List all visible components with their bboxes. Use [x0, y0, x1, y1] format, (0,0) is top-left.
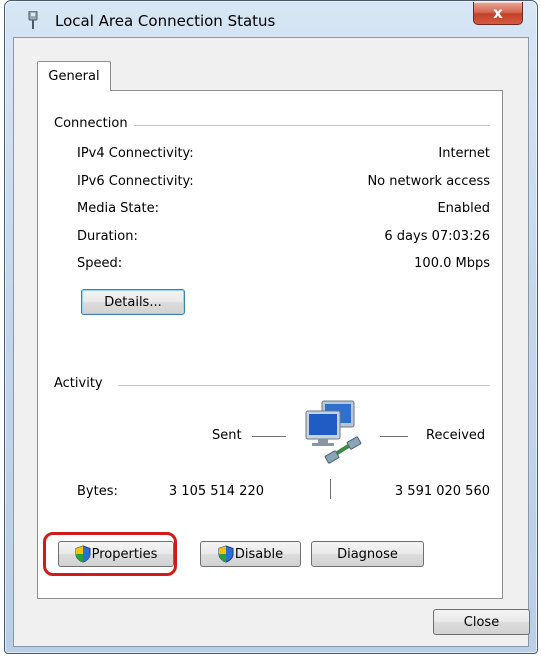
network-adapter-icon — [28, 11, 38, 29]
uac-shield-icon — [218, 545, 234, 563]
bytes-separator — [330, 479, 331, 499]
title-bar[interactable]: Local Area Connection Status x — [5, 1, 537, 37]
received-label: Received — [426, 428, 486, 443]
ipv6-value: No network access — [367, 174, 490, 189]
duration-label: Duration: — [77, 229, 138, 244]
received-line — [380, 436, 408, 437]
bytes-label: Bytes: — [77, 484, 118, 499]
sent-line — [252, 436, 286, 437]
ipv6-label: IPv6 Connectivity: — [77, 174, 194, 189]
bytes-received-value: 3 591 020 560 — [394, 484, 490, 499]
speed-label: Speed: — [77, 256, 123, 271]
close-icon: x — [493, 4, 503, 22]
tab-general[interactable]: General — [37, 61, 111, 91]
connection-heading: Connection — [54, 116, 134, 131]
bytes-sent-value: 3 105 514 220 — [168, 484, 264, 499]
close-window-button[interactable]: x — [473, 2, 523, 25]
properties-highlight-annotation — [43, 532, 177, 576]
disable-label: Disable — [234, 546, 284, 562]
close-button[interactable]: Close — [433, 609, 530, 635]
ipv4-label: IPv4 Connectivity: — [77, 146, 194, 161]
tab-general-label: General — [48, 69, 100, 84]
media-state-label: Media State: — [77, 201, 159, 216]
connection-divider — [128, 125, 490, 126]
activity-heading: Activity — [54, 376, 109, 391]
ipv4-value: Internet — [438, 146, 490, 161]
speed-value: 100.0 Mbps — [414, 256, 490, 271]
disable-button[interactable]: Disable — [200, 541, 301, 567]
activity-divider — [118, 385, 490, 386]
duration-value: 6 days 07:03:26 — [384, 229, 490, 244]
diagnose-button[interactable]: Diagnose — [311, 541, 424, 567]
media-state-value: Enabled — [437, 201, 490, 216]
general-tab-panel: Connection IPv4 Connectivity: Internet I… — [37, 90, 503, 599]
sent-label: Sent — [212, 428, 242, 443]
window-title: Local Area Connection Status — [55, 12, 276, 30]
details-button[interactable]: Details... — [81, 289, 185, 315]
network-computers-icon — [305, 400, 362, 464]
